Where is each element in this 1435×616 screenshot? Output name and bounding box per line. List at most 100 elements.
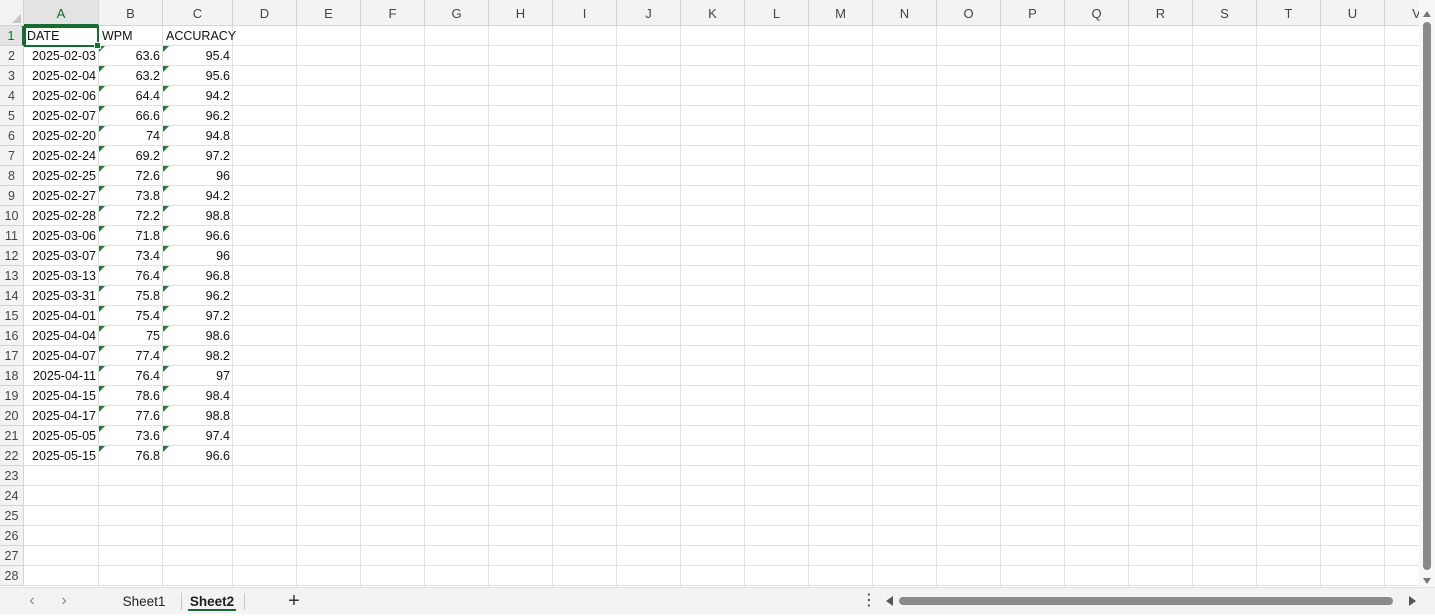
column-header-e[interactable]: E (297, 0, 361, 26)
column-header-l[interactable]: L (745, 0, 809, 26)
cell-b7[interactable]: 69.2 (99, 146, 163, 166)
cell-b12[interactable]: 73.4 (99, 246, 163, 266)
row-header-2[interactable]: 2 (0, 46, 24, 66)
row-header-5[interactable]: 5 (0, 106, 24, 126)
cell-b11[interactable]: 71.8 (99, 226, 163, 246)
column-header-p[interactable]: P (1001, 0, 1065, 26)
column-header-s[interactable]: S (1193, 0, 1257, 26)
cell-c8[interactable]: 96 (163, 166, 233, 186)
row-header-12[interactable]: 12 (0, 246, 24, 266)
cell-a13[interactable]: 2025-03-13 (24, 266, 99, 286)
cell-c20[interactable]: 98.8 (163, 406, 233, 426)
cell-c10[interactable]: 98.8 (163, 206, 233, 226)
cell-c22[interactable]: 96.6 (163, 446, 233, 466)
row-header-9[interactable]: 9 (0, 186, 24, 206)
column-header-o[interactable]: O (937, 0, 1001, 26)
column-header-h[interactable]: H (489, 0, 553, 26)
cell-b18[interactable]: 76.4 (99, 366, 163, 386)
row-header-17[interactable]: 17 (0, 346, 24, 366)
row-header-24[interactable]: 24 (0, 486, 24, 506)
cell-c19[interactable]: 98.4 (163, 386, 233, 406)
row-header-1[interactable]: 1 (0, 26, 24, 46)
add-sheet-button[interactable]: + (285, 590, 303, 612)
row-header-14[interactable]: 14 (0, 286, 24, 306)
cell-b14[interactable]: 75.8 (99, 286, 163, 306)
row-header-15[interactable]: 15 (0, 306, 24, 326)
column-header-k[interactable]: K (681, 0, 745, 26)
cell-a16[interactable]: 2025-04-04 (24, 326, 99, 346)
cell-b16[interactable]: 75 (99, 326, 163, 346)
cell-a5[interactable]: 2025-02-07 (24, 106, 99, 126)
tab-sheet2[interactable]: Sheet2 (182, 588, 242, 614)
chevron-right-icon[interactable]: › (55, 593, 73, 611)
row-header-18[interactable]: 18 (0, 366, 24, 386)
scroll-left-arrow-icon[interactable] (886, 596, 893, 606)
row-header-26[interactable]: 26 (0, 526, 24, 546)
cell-a18[interactable]: 2025-04-11 (24, 366, 99, 386)
cell-c18[interactable]: 97 (163, 366, 233, 386)
column-header-i[interactable]: I (553, 0, 617, 26)
row-header-23[interactable]: 23 (0, 466, 24, 486)
row-header-6[interactable]: 6 (0, 126, 24, 146)
cell-c21[interactable]: 97.4 (163, 426, 233, 446)
tab-sheet1[interactable]: Sheet1 (115, 588, 173, 614)
cell-a2[interactable]: 2025-02-03 (24, 46, 99, 66)
column-header-t[interactable]: T (1257, 0, 1321, 26)
cell-a12[interactable]: 2025-03-07 (24, 246, 99, 266)
cell-a21[interactable]: 2025-05-05 (24, 426, 99, 446)
cell-b22[interactable]: 76.8 (99, 446, 163, 466)
row-header-11[interactable]: 11 (0, 226, 24, 246)
cell-b5[interactable]: 66.6 (99, 106, 163, 126)
cell-a10[interactable]: 2025-02-28 (24, 206, 99, 226)
row-header-27[interactable]: 27 (0, 546, 24, 566)
row-header-8[interactable]: 8 (0, 166, 24, 186)
cell-b9[interactable]: 73.8 (99, 186, 163, 206)
cell-c7[interactable]: 97.2 (163, 146, 233, 166)
row-header-10[interactable]: 10 (0, 206, 24, 226)
row-header-13[interactable]: 13 (0, 266, 24, 286)
row-header-4[interactable]: 4 (0, 86, 24, 106)
cell-c4[interactable]: 94.2 (163, 86, 233, 106)
cell-b10[interactable]: 72.2 (99, 206, 163, 226)
chevron-left-icon[interactable]: ‹ (23, 593, 41, 611)
row-header-3[interactable]: 3 (0, 66, 24, 86)
column-header-d[interactable]: D (233, 0, 297, 26)
cell-a6[interactable]: 2025-02-20 (24, 126, 99, 146)
cell-a7[interactable]: 2025-02-24 (24, 146, 99, 166)
header-cell-a1[interactable]: DATE (24, 26, 99, 46)
header-cell-c1[interactable]: ACCURACY (163, 26, 236, 46)
cell-c16[interactable]: 98.6 (163, 326, 233, 346)
column-header-b[interactable]: B (99, 0, 163, 26)
column-header-c[interactable]: C (163, 0, 233, 26)
cell-b13[interactable]: 76.4 (99, 266, 163, 286)
vertical-scrollbar[interactable] (1419, 0, 1435, 587)
cell-b2[interactable]: 63.6 (99, 46, 163, 66)
row-header-25[interactable]: 25 (0, 506, 24, 526)
cell-b19[interactable]: 78.6 (99, 386, 163, 406)
cell-b15[interactable]: 75.4 (99, 306, 163, 326)
column-header-m[interactable]: M (809, 0, 873, 26)
cell-c5[interactable]: 96.2 (163, 106, 233, 126)
horizontal-scroll-thumb[interactable] (899, 597, 1393, 605)
column-header-v[interactable]: V (1385, 0, 1419, 26)
cell-a11[interactable]: 2025-03-06 (24, 226, 99, 246)
cell-c11[interactable]: 96.6 (163, 226, 233, 246)
cell-c14[interactable]: 96.2 (163, 286, 233, 306)
cell-c15[interactable]: 97.2 (163, 306, 233, 326)
row-header-21[interactable]: 21 (0, 426, 24, 446)
row-header-16[interactable]: 16 (0, 326, 24, 346)
column-header-q[interactable]: Q (1065, 0, 1129, 26)
row-header-20[interactable]: 20 (0, 406, 24, 426)
vertical-scroll-thumb[interactable] (1423, 22, 1431, 570)
cell-a14[interactable]: 2025-03-31 (24, 286, 99, 306)
column-header-a[interactable]: A (24, 0, 99, 26)
row-header-7[interactable]: 7 (0, 146, 24, 166)
column-header-j[interactable]: J (617, 0, 681, 26)
cell-a4[interactable]: 2025-02-06 (24, 86, 99, 106)
header-cell-b1[interactable]: WPM (99, 26, 163, 46)
cell-b8[interactable]: 72.6 (99, 166, 163, 186)
cell-a22[interactable]: 2025-05-15 (24, 446, 99, 466)
cell-b4[interactable]: 64.4 (99, 86, 163, 106)
cell-b6[interactable]: 74 (99, 126, 163, 146)
cell-a8[interactable]: 2025-02-25 (24, 166, 99, 186)
